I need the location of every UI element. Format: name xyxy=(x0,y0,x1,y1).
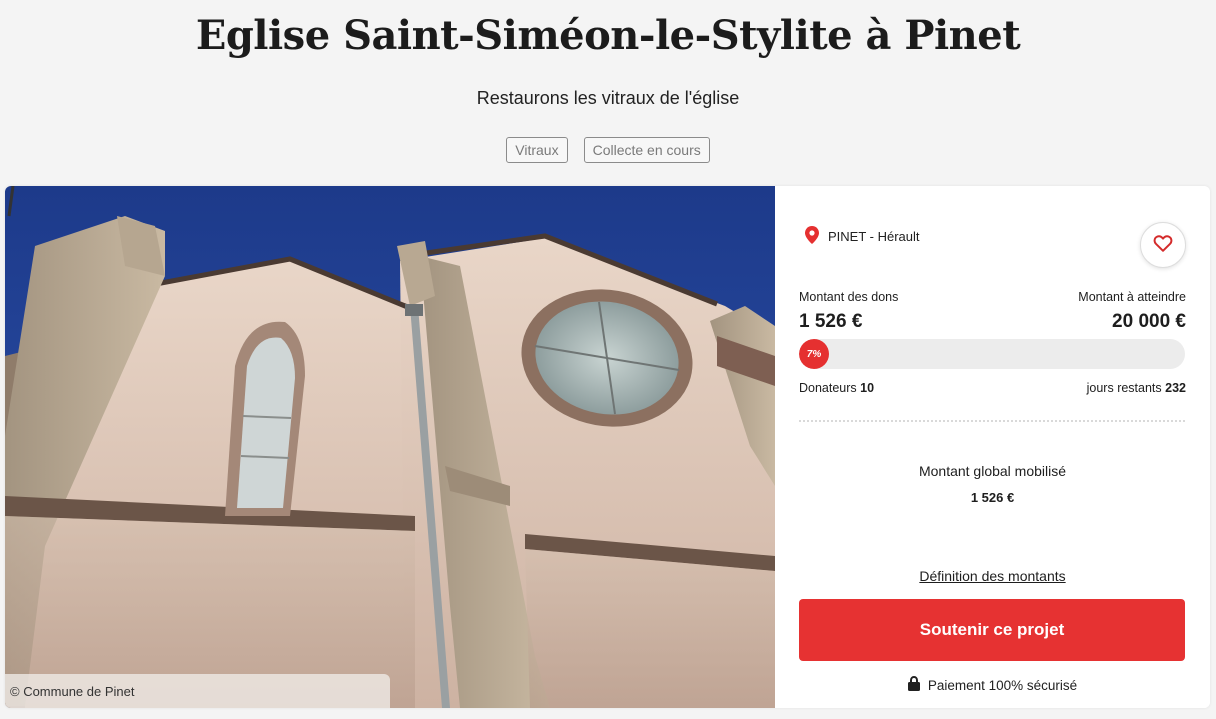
favorite-button[interactable] xyxy=(1140,222,1186,268)
funding-progress-bar: 7% xyxy=(799,339,1185,369)
goal-amount: 20 000 € xyxy=(1112,311,1186,332)
donors-value: 10 xyxy=(860,381,875,395)
support-project-button[interactable]: Soutenir ce projet xyxy=(799,599,1185,661)
tag-list: Vitraux Collecte en cours xyxy=(0,137,1216,163)
days-remaining: jours restants 232 xyxy=(1087,381,1186,395)
raised-label: Montant des dons xyxy=(799,290,899,304)
page-title: Eglise Saint-Siméon-le-Stylite à Pinet xyxy=(195,12,1021,59)
heart-icon xyxy=(1153,234,1173,257)
raised-amount: 1 526 € xyxy=(799,311,863,332)
secure-payment-note: Paiement 100% sécurisé xyxy=(775,675,1210,694)
lock-icon xyxy=(907,675,920,694)
tag-status[interactable]: Collecte en cours xyxy=(583,137,710,163)
photo-credit: © Commune de Pinet xyxy=(5,674,390,708)
church-photo: © Commune de Pinet xyxy=(5,186,775,708)
project-location: PINET - Hérault xyxy=(805,226,920,247)
secure-payment-label: Paiement 100% sécurisé xyxy=(927,677,1078,693)
map-pin-icon xyxy=(805,226,819,247)
days-value: 232 xyxy=(1165,381,1186,395)
progress-fill: 7% xyxy=(799,339,829,369)
location-label: PINET - Hérault xyxy=(828,229,920,244)
tag-vitraux[interactable]: Vitraux xyxy=(506,137,568,163)
donation-panel: PINET - Hérault Montant des dons Montant… xyxy=(775,186,1210,708)
donors-label: Donateurs xyxy=(799,381,857,395)
page-subtitle: Restaurons les vitraux de l'église xyxy=(476,88,740,108)
divider xyxy=(799,420,1185,422)
church-facade-illustration xyxy=(5,186,775,708)
project-card: © Commune de Pinet PINET - Hérault Monta… xyxy=(5,186,1210,708)
global-amount-label: Montant global mobilisé xyxy=(918,463,1067,479)
goal-label: Montant à atteindre xyxy=(1078,290,1186,304)
global-amount-value: 1 526 € xyxy=(970,490,1015,505)
days-label: jours restants xyxy=(1086,381,1162,395)
amounts-definition-link[interactable]: Définition des montants xyxy=(775,568,1210,584)
donors-count: Donateurs 10 xyxy=(799,381,874,395)
